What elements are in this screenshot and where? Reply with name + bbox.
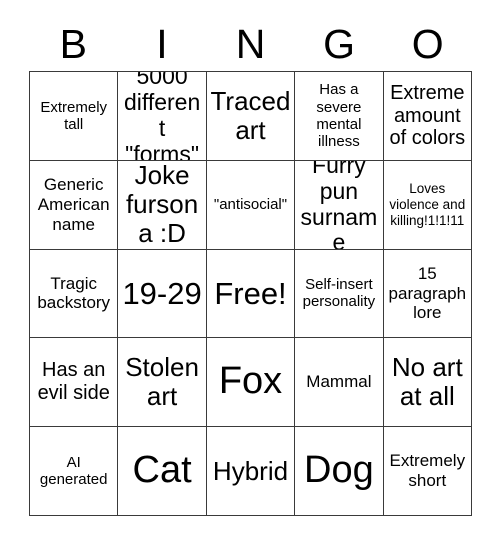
- bingo-cell-label: Hybrid: [212, 455, 289, 486]
- bingo-cell-label: Generic American name: [37, 175, 110, 234]
- bingo-cell[interactable]: Has an evil side: [30, 338, 119, 428]
- bingo-header-letter-g: G: [323, 21, 356, 67]
- bingo-cell-label: "antisocial": [213, 196, 288, 213]
- bingo-cell-label: Furry pun surname: [300, 160, 378, 250]
- bingo-cell[interactable]: No art at all: [383, 338, 472, 428]
- bingo-cell[interactable]: Mammal: [295, 338, 384, 428]
- bingo-cell[interactable]: Furry pun surname: [295, 160, 384, 250]
- bingo-cell-label: No art at all: [391, 352, 463, 412]
- bingo-cell-label: Free!: [214, 275, 287, 311]
- bingo-cell-label: Fox: [218, 360, 283, 403]
- bingo-cell-label: 19-29: [122, 275, 202, 311]
- bingo-cell-label: Tragic backstory: [37, 273, 111, 313]
- bingo-cell[interactable]: Traced art: [206, 72, 296, 161]
- bingo-cell[interactable]: Stolen art: [118, 338, 207, 428]
- bingo-cell[interactable]: AI generated: [30, 427, 119, 516]
- bingo-cell-label: AI generated: [39, 453, 108, 489]
- bingo-cell[interactable]: Hybrid: [206, 427, 296, 516]
- bingo-card: B I N G O Extremely tall 5000 different "…: [0, 0, 500, 544]
- bingo-cell-label: Self-insert personality: [302, 276, 376, 311]
- bingo-grid: Extremely tall 5000 different "forms" Trac…: [29, 71, 472, 516]
- bingo-header-row: B I N G O: [29, 18, 472, 70]
- bingo-cell[interactable]: 15 paragraph lore: [383, 249, 472, 339]
- bingo-cell[interactable]: Loves violence and killing!1!1!11: [383, 160, 472, 250]
- bingo-header-letter-n: N: [235, 21, 266, 67]
- bingo-header-letter-o: O: [411, 21, 444, 67]
- bingo-cell[interactable]: 19-29: [118, 249, 207, 339]
- bingo-cell[interactable]: Cat: [118, 427, 207, 516]
- bingo-free-cell[interactable]: Free!: [206, 249, 296, 339]
- bingo-cell[interactable]: Self-insert personality: [295, 249, 384, 339]
- bingo-cell-label: Extreme amount of colors: [389, 81, 466, 150]
- bingo-cell[interactable]: Tragic backstory: [30, 249, 119, 339]
- bingo-cell[interactable]: Extreme amount of colors: [383, 72, 472, 161]
- bingo-header-letter-i: I: [156, 21, 168, 67]
- bingo-cell-label: 5000 different "forms": [123, 72, 201, 161]
- bingo-cell-label: Has an evil side: [37, 359, 110, 405]
- bingo-cell[interactable]: Dog: [295, 427, 384, 516]
- bingo-cell-label: Dog: [304, 449, 374, 492]
- bingo-cell-label: Traced art: [210, 85, 291, 145]
- bingo-cell-label: Mammal: [306, 372, 372, 392]
- bingo-cell-label: Extremely short: [389, 451, 466, 491]
- bingo-cell[interactable]: Fox: [206, 338, 296, 428]
- bingo-cell-label: Has a severe mental illness: [316, 81, 362, 151]
- bingo-cell[interactable]: Generic American name: [30, 160, 119, 250]
- bingo-cell[interactable]: Has a severe mental illness: [295, 72, 384, 161]
- bingo-cell-label: Joke fursona :D: [125, 160, 199, 249]
- bingo-cell-label: Cat: [132, 449, 192, 492]
- bingo-cell-label: Stolen art: [125, 352, 199, 412]
- bingo-cell[interactable]: Extremely short: [383, 427, 472, 516]
- bingo-cell[interactable]: "antisocial": [206, 160, 296, 250]
- bingo-cell-label: 15 paragraph lore: [388, 263, 467, 323]
- bingo-cell[interactable]: 5000 different "forms": [118, 72, 207, 161]
- bingo-cell-label: Extremely tall: [40, 98, 108, 133]
- bingo-cell[interactable]: Joke fursona :D: [118, 160, 207, 250]
- bingo-header-letter-b: B: [59, 21, 87, 67]
- bingo-cell-label: Loves violence and killing!1!1!11: [389, 180, 466, 228]
- bingo-cell[interactable]: Extremely tall: [30, 72, 119, 161]
